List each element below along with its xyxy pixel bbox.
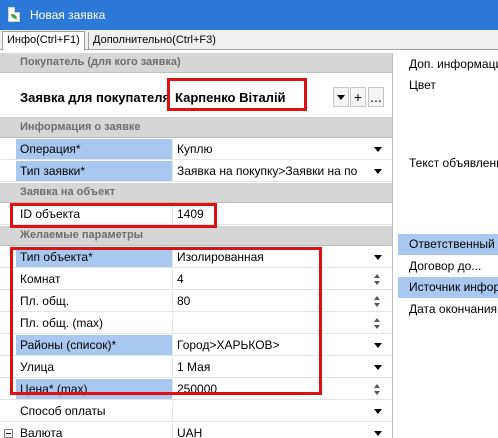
- rooms-label: Комнат: [16, 269, 173, 289]
- area-value[interactable]: 80: [174, 291, 370, 311]
- price-value[interactable]: 250000: [174, 379, 370, 399]
- end-date-label: Дата окончания: [409, 302, 498, 316]
- row-area-max[interactable]: Пл. общ. (max): [0, 313, 393, 334]
- rooms-value[interactable]: 4: [174, 269, 370, 289]
- collapse-icon[interactable]: [4, 429, 13, 438]
- currency-value[interactable]: UAH: [174, 423, 370, 438]
- row-area[interactable]: Пл. общ. 80: [0, 291, 393, 312]
- document-icon: [8, 7, 20, 22]
- panel-divider[interactable]: [392, 53, 393, 438]
- right-panel: Доп. информация Цвет Текст объявления От…: [398, 53, 498, 438]
- section-buyer[interactable]: Покупатель (для кого заявка): [0, 53, 393, 73]
- spinner-icon[interactable]: [373, 381, 384, 398]
- title-bar: Новая заявка: [0, 0, 498, 30]
- object-id-value[interactable]: 1409: [174, 204, 370, 224]
- tab-info[interactable]: Инфо(Ctrl+F1): [2, 31, 85, 51]
- more-buyer-button[interactable]: ...: [368, 87, 384, 107]
- object-id-label: ID объекта: [16, 204, 173, 224]
- ad-text-label: Текст объявления: [409, 156, 498, 170]
- section-title: Желаемые параметры: [20, 229, 144, 241]
- section-title: Покупатель (для кого заявка): [20, 56, 181, 68]
- object-type-label: Тип объекта*: [16, 247, 173, 267]
- operation-value[interactable]: Куплю: [174, 139, 370, 159]
- row-rooms[interactable]: Комнат 4: [0, 269, 393, 290]
- row-object-type[interactable]: Тип объекта* Изолированная: [0, 247, 393, 268]
- contract-label: Договор до...: [409, 259, 482, 273]
- street-value[interactable]: 1 Мая: [174, 357, 370, 377]
- add-buyer-button[interactable]: +: [350, 87, 366, 107]
- order-type-value[interactable]: Заявка на покупку>Заявки на по: [174, 161, 370, 181]
- row-object-id[interactable]: ID объекта 1409: [0, 204, 393, 225]
- spinner-icon[interactable]: [373, 315, 384, 332]
- tab-additional[interactable]: Дополнительно(Ctrl+F3): [88, 32, 220, 50]
- row-operation[interactable]: Операция* Куплю: [0, 139, 393, 160]
- info-source-label[interactable]: Источник информации: [398, 277, 498, 298]
- area-max-label: Пл. общ. (max): [16, 313, 173, 333]
- row-price[interactable]: Цена* (max) 250000: [0, 379, 393, 400]
- chevron-down-icon[interactable]: [372, 426, 385, 438]
- chevron-down-icon[interactable]: [372, 164, 385, 178]
- row-street[interactable]: Улица 1 Мая: [0, 357, 393, 378]
- section-title: Информация о заявке: [20, 121, 141, 133]
- chevron-down-icon[interactable]: [372, 250, 385, 264]
- price-label: Цена* (max): [16, 379, 173, 399]
- chevron-down-icon[interactable]: [372, 142, 385, 156]
- buyer-label: Заявка для покупателя: [20, 90, 170, 105]
- payment-value[interactable]: [174, 401, 370, 421]
- chevron-down-icon[interactable]: [372, 360, 385, 374]
- section-order-info[interactable]: Информация о заявке: [0, 118, 393, 138]
- area-max-value[interactable]: [174, 313, 370, 333]
- window-title: Новая заявка: [30, 8, 106, 22]
- street-label: Улица: [16, 357, 173, 377]
- payment-label: Способ оплаты: [16, 401, 173, 421]
- tab-bar: Инфо(Ctrl+F1) Дополнительно(Ctrl+F3): [0, 30, 498, 51]
- spinner-icon[interactable]: [373, 293, 384, 310]
- color-label: Цвет: [409, 78, 436, 92]
- row-order-type[interactable]: Тип заявки* Заявка на покупку>Заявки на …: [0, 161, 393, 182]
- area-label: Пл. общ.: [16, 291, 173, 311]
- operation-label: Операция*: [16, 139, 173, 159]
- buyer-dropdown-button[interactable]: [333, 87, 349, 107]
- spinner-icon[interactable]: [373, 271, 384, 288]
- currency-label: Валюта: [16, 423, 173, 438]
- buyer-value[interactable]: Карпенко Віталій: [175, 90, 286, 105]
- responsible-label[interactable]: Ответственный: [398, 234, 498, 255]
- row-payment[interactable]: Способ оплаты: [0, 401, 393, 422]
- section-object-request[interactable]: Заявка на объект: [0, 183, 393, 203]
- districts-value[interactable]: Город>ХАРЬКОВ>: [174, 335, 370, 355]
- districts-label: Районы (список)*: [16, 335, 173, 355]
- property-grid-body: Информация о заявке Операция* Куплю Тип …: [0, 118, 393, 438]
- order-type-label: Тип заявки*: [16, 161, 173, 181]
- row-districts[interactable]: Районы (список)* Город>ХАРЬКОВ>: [0, 335, 393, 356]
- row-currency[interactable]: Валюта UAH: [0, 423, 393, 438]
- object-type-value[interactable]: Изолированная: [174, 247, 370, 267]
- chevron-down-icon[interactable]: [372, 404, 385, 418]
- section-desired-params[interactable]: Желаемые параметры: [0, 226, 393, 246]
- section-title: Заявка на объект: [20, 186, 116, 198]
- chevron-down-icon[interactable]: [372, 338, 385, 352]
- extra-info-label: Доп. информация: [409, 57, 498, 71]
- buyer-row: Заявка для покупателя Карпенко Віталій +…: [0, 75, 393, 118]
